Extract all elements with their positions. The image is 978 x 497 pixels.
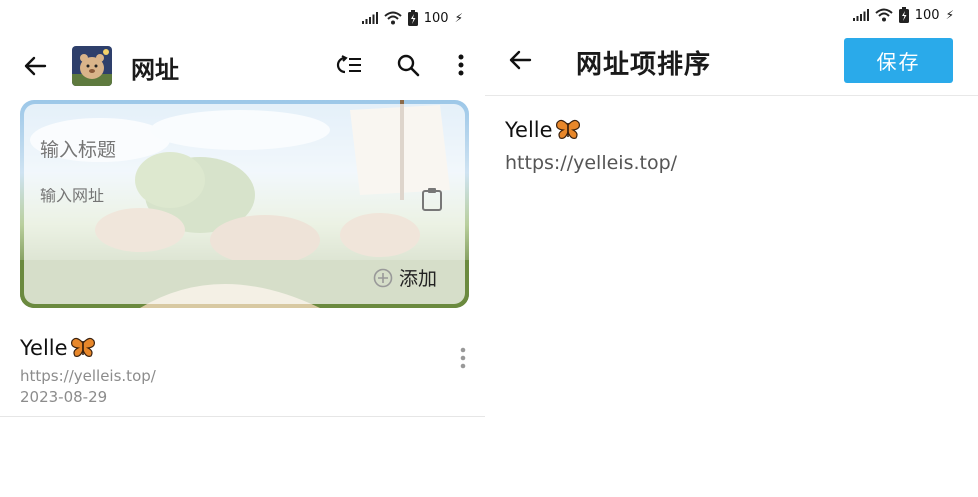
status-bar: 100 ⚡ [361, 8, 463, 28]
back-button[interactable] [504, 44, 536, 76]
charging-icon: ⚡ [945, 8, 954, 22]
url-list-screen: 100 ⚡ 网址 输入标题 输入网址 添加 Yelle https://yell… [0, 0, 485, 497]
back-arrow-icon [24, 56, 47, 76]
search-button[interactable] [393, 50, 423, 80]
sort-screen: 100 ⚡ 网址项排序 保存 Yelle https://yelleis.top… [485, 0, 978, 497]
more-options-button[interactable] [446, 50, 476, 80]
save-button[interactable]: 保存 [844, 38, 953, 83]
search-icon [397, 54, 420, 77]
back-button[interactable] [19, 50, 51, 82]
back-arrow-icon [509, 50, 532, 70]
butterfly-icon [555, 119, 580, 139]
list-item-title[interactable]: Yelle [20, 336, 96, 360]
list-item-date: 2023-08-29 [20, 388, 108, 406]
list-divider [0, 416, 485, 417]
battery-level: 100 [423, 10, 449, 26]
add-button-label: 添加 [399, 268, 438, 290]
battery-icon [407, 10, 418, 26]
list-item-more-button[interactable] [452, 344, 474, 372]
more-icon [460, 347, 466, 369]
signal-icon [852, 9, 869, 21]
add-circle-icon [373, 268, 393, 287]
wifi-icon [384, 11, 402, 25]
page-title: 网址 [131, 56, 179, 84]
sort-item-title[interactable]: Yelle [505, 118, 581, 142]
signal-icon [361, 12, 378, 24]
paste-button[interactable] [421, 187, 445, 213]
more-icon [458, 54, 464, 76]
battery-level: 100 [914, 7, 940, 23]
butterfly-icon [70, 337, 95, 357]
wifi-icon [875, 8, 893, 22]
battery-icon [898, 7, 909, 23]
page-title: 网址项排序 [576, 50, 712, 80]
clipboard-icon [422, 188, 442, 211]
list-item-url[interactable]: https://yelleis.top/ [20, 367, 156, 385]
sort-button[interactable] [334, 50, 364, 80]
sort-item-url: https://yelleis.top/ [505, 152, 678, 174]
title-input[interactable] [40, 140, 400, 162]
charging-icon: ⚡ [454, 11, 463, 25]
header-divider [485, 95, 978, 96]
add-button[interactable]: 添加 [373, 264, 437, 291]
status-bar: 100 ⚡ [852, 5, 954, 25]
url-input[interactable] [40, 188, 400, 206]
app-icon [72, 46, 112, 86]
sort-icon [336, 55, 361, 74]
